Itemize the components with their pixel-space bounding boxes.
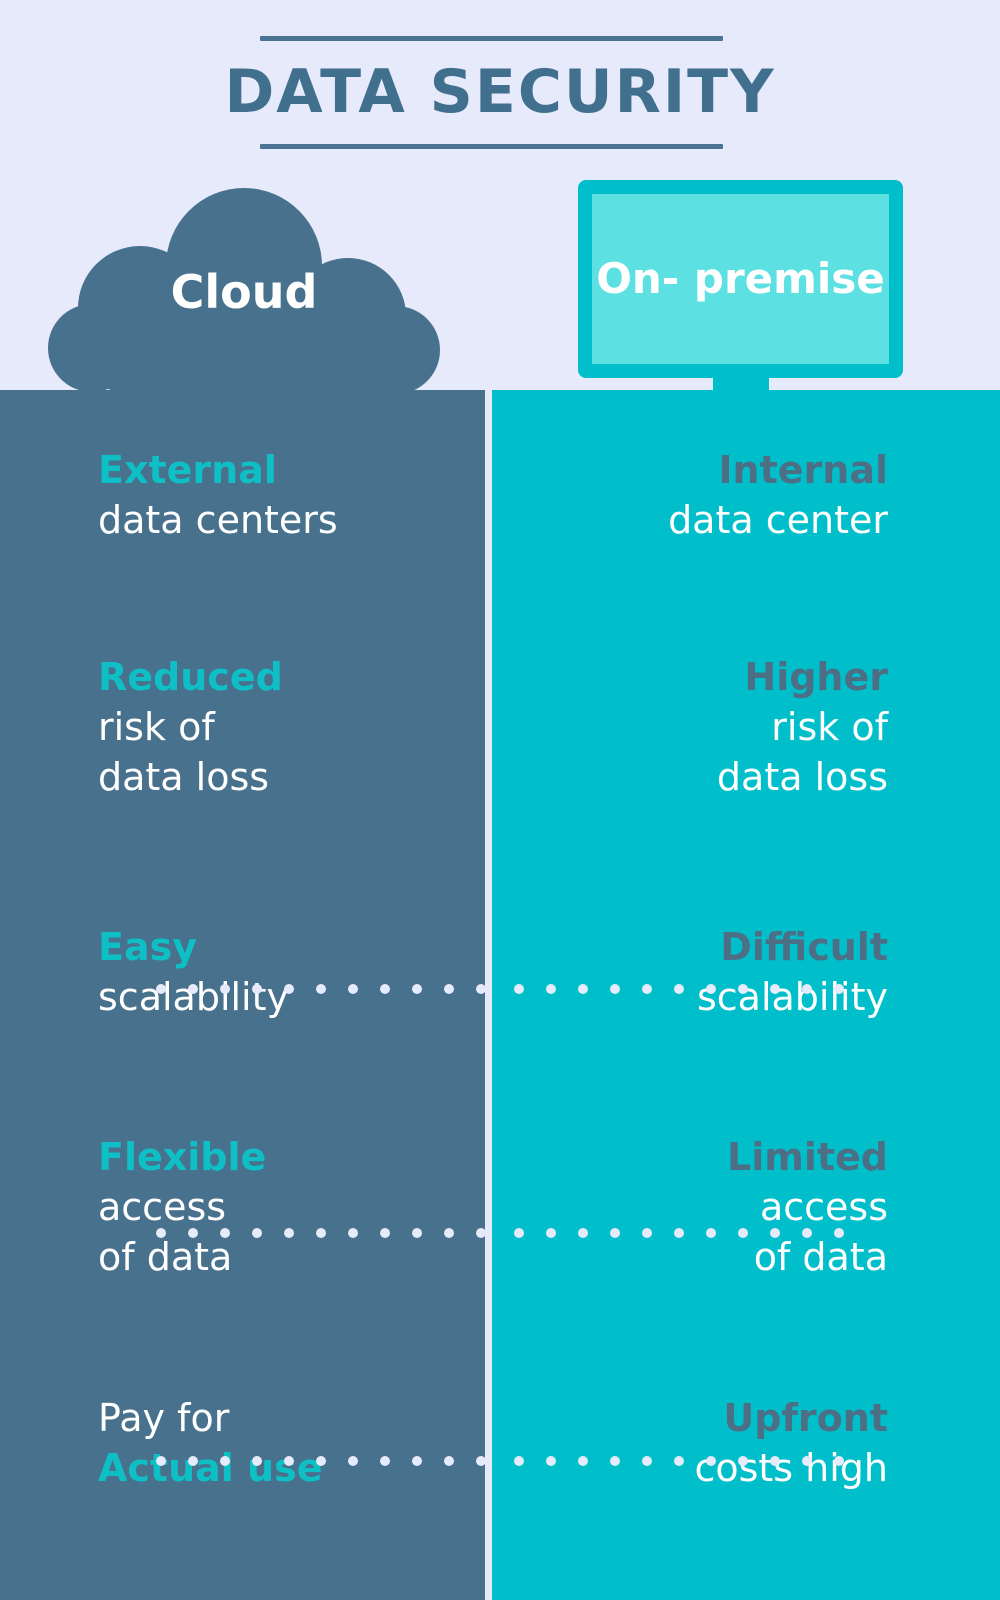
cloud-row-1-text: Reduced risk of data loss (98, 652, 471, 802)
cloud-column-content: External data centers Reduced risk of da… (98, 390, 471, 1600)
cloud-row-4-line-1: Pay for (98, 1396, 230, 1440)
onprem-row-4-text: Upfront costs high (506, 1393, 888, 1493)
cloud-row-2-highlight: Easy (98, 925, 197, 969)
onprem-row-1-line-2: data loss (716, 755, 888, 799)
cloud-column: External data centers Reduced risk of da… (0, 390, 485, 1600)
on-premise-badge: On- premise (578, 180, 903, 398)
cloud-row-1-line-1: risk of (98, 705, 215, 749)
onprem-row-3-line-2: of data (753, 1235, 888, 1279)
monitor-icon: On- premise (578, 180, 903, 378)
infographic-page: DATA SECURITY Cloud On- premise External… (0, 0, 1000, 1600)
cloud-row-2-line-1: scalability (98, 975, 290, 1019)
onprem-row-0-highlight: Internal (718, 448, 888, 492)
onprem-row-3-highlight: Limited (727, 1135, 888, 1179)
cloud-row-2-text: Easy scalability (98, 922, 471, 1022)
cloud-row-3-line-1: access (98, 1185, 227, 1229)
on-premise-label-line-2: premise (693, 254, 885, 303)
on-premise-column: Internal data center Higher risk of data… (492, 390, 1000, 1600)
cloud-row-3-text: Flexible access of data (98, 1132, 471, 1282)
cloud-row-3-highlight: Flexible (98, 1135, 267, 1179)
cloud-row-1-line-2: data loss (98, 755, 270, 799)
cloud-badge: Cloud (48, 188, 440, 393)
cloud-row-3-line-2: of data (98, 1235, 233, 1279)
page-title: DATA SECURITY (224, 57, 776, 127)
onprem-row-1-text: Higher risk of data loss (506, 652, 888, 802)
onprem-row-2-highlight: Difficult (720, 925, 888, 969)
title-rule-top (260, 36, 723, 41)
table-row: Higher risk of data loss (506, 652, 888, 802)
table-row: Pay for Actual use (98, 1393, 471, 1493)
onprem-row-0-line-1: data center (668, 498, 888, 542)
cloud-row-1-highlight: Reduced (98, 655, 283, 699)
table-row: Limited access of data (506, 1132, 888, 1282)
cloud-row-4-highlight: Actual use (98, 1446, 323, 1490)
cloud-row-0-text: External data centers (98, 445, 471, 545)
table-row: Easy scalability (98, 922, 471, 1022)
monitor-screen: On- premise (592, 194, 889, 364)
table-row: External data centers (98, 445, 471, 545)
cloud-row-0-line-1: data centers (98, 498, 338, 542)
table-row: Internal data center (506, 445, 888, 545)
onprem-row-2-text: Difficult scalability (506, 922, 888, 1022)
comparison-panels: External data centers Reduced risk of da… (0, 390, 1000, 1600)
onprem-row-4-line-1: costs high (694, 1446, 888, 1490)
onprem-row-3-text: Limited access of data (506, 1132, 888, 1282)
onprem-row-4-highlight: Upfront (723, 1396, 888, 1440)
cloud-row-0-highlight: External (98, 448, 277, 492)
onprem-row-1-line-1: risk of (771, 705, 888, 749)
onprem-row-2-line-1: scalability (696, 975, 888, 1019)
header: DATA SECURITY (0, 0, 1000, 175)
on-premise-badge-label: On- premise (596, 255, 885, 303)
table-row: Upfront costs high (506, 1393, 888, 1493)
cloud-badge-label: Cloud (170, 265, 318, 319)
title-rule-bottom (260, 144, 723, 149)
table-row: Flexible access of data (98, 1132, 471, 1282)
onprem-row-0-text: Internal data center (506, 445, 888, 545)
table-row: Reduced risk of data loss (98, 652, 471, 802)
table-row: Difficult scalability (506, 922, 888, 1022)
on-premise-label-line-1: On- (596, 254, 680, 303)
on-premise-column-content: Internal data center Higher risk of data… (506, 390, 888, 1600)
onprem-row-3-line-1: access (759, 1185, 888, 1229)
onprem-row-1-highlight: Higher (744, 655, 888, 699)
cloud-row-4-text: Pay for Actual use (98, 1393, 471, 1493)
